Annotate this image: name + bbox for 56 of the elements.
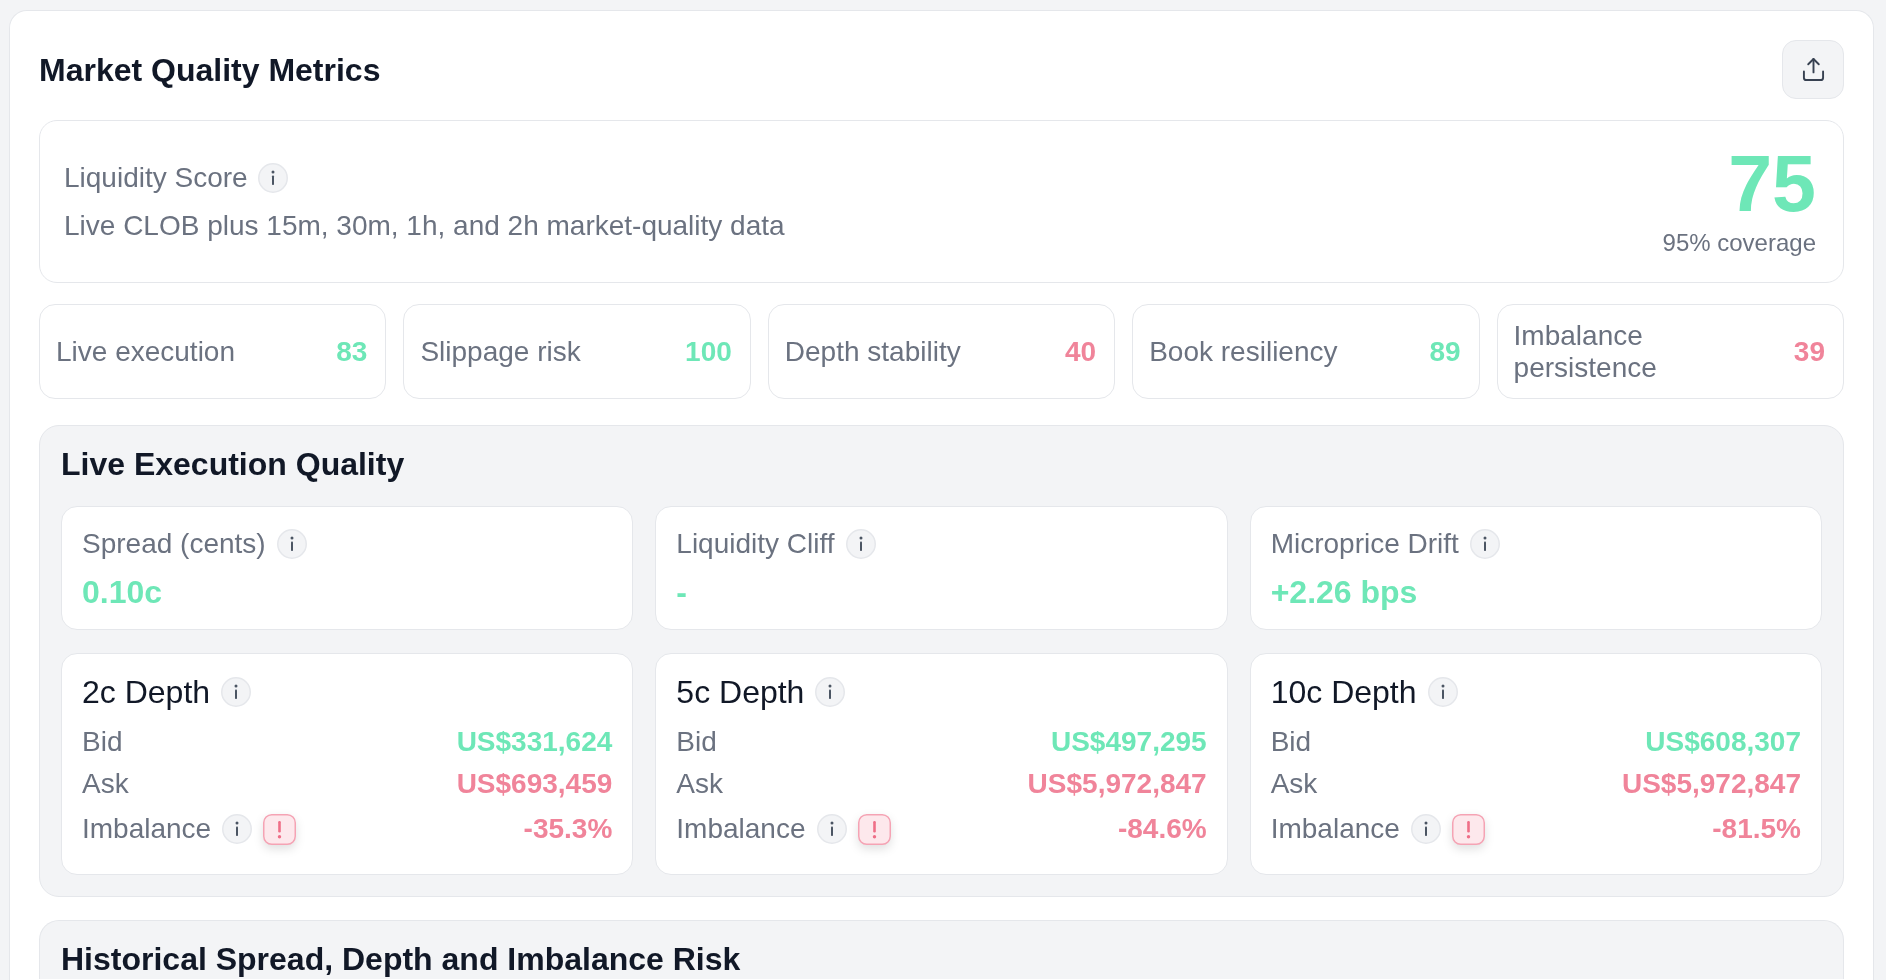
row-value: US$331,624 bbox=[456, 726, 613, 758]
row-label: Imbalance bbox=[82, 813, 212, 845]
metric-label: Depth stability bbox=[784, 335, 961, 368]
section-title: Historical Spread, Depth and Imbalance Risk bbox=[61, 940, 742, 979]
stat-label: Spread (cents) bbox=[82, 528, 266, 560]
row-value: -35.3% bbox=[523, 813, 613, 845]
info-icon[interactable] bbox=[221, 677, 252, 707]
metric-label: Book resiliency bbox=[1149, 335, 1338, 368]
row-label: Bid bbox=[676, 726, 717, 758]
info-icon[interactable] bbox=[1469, 529, 1500, 559]
stat-value: 0.10c bbox=[82, 573, 163, 612]
row-value: -81.5% bbox=[1712, 813, 1801, 845]
depth-title: 2c Depth bbox=[82, 673, 211, 712]
row-label: Ask bbox=[1270, 768, 1318, 800]
metric-value: 100 bbox=[685, 335, 732, 368]
row-label: Ask bbox=[676, 768, 723, 800]
info-icon[interactable] bbox=[257, 162, 288, 193]
row-label: Imbalance bbox=[676, 813, 806, 845]
info-icon[interactable] bbox=[816, 814, 847, 844]
row-value: US$608,307 bbox=[1645, 726, 1801, 758]
stat-label: Liquidity Cliff bbox=[676, 528, 835, 560]
depth-title: 5c Depth bbox=[676, 673, 805, 712]
metric-label: Slippage risk bbox=[420, 335, 581, 368]
metric-value: 39 bbox=[1793, 335, 1825, 368]
info-icon[interactable] bbox=[1427, 677, 1458, 707]
row-value: US$497,295 bbox=[1050, 726, 1207, 758]
info-icon[interactable] bbox=[815, 677, 846, 707]
row-label: Ask bbox=[82, 768, 129, 800]
info-icon[interactable] bbox=[845, 529, 876, 559]
stat-value: - bbox=[676, 573, 687, 612]
metric-label: Imbalance persistence bbox=[1513, 319, 1658, 384]
info-icon[interactable] bbox=[1410, 814, 1441, 844]
stat-value: +2.26 bps bbox=[1270, 573, 1418, 612]
row-value: US$693,459 bbox=[456, 768, 613, 800]
info-icon[interactable] bbox=[276, 529, 307, 559]
row-value: US$5,972,847 bbox=[1621, 768, 1801, 800]
metric-value: 89 bbox=[1429, 335, 1461, 368]
metric-label: Live execution bbox=[56, 335, 235, 368]
row-label: Bid bbox=[82, 726, 123, 758]
score-description: Live CLOB plus 15m, 30m, 1h, and 2h market-quality data bbox=[64, 209, 785, 242]
metric-value: 40 bbox=[1065, 335, 1097, 368]
panel-title: Market Quality Metrics bbox=[39, 50, 381, 90]
section-title: Live Execution Quality bbox=[61, 445, 406, 484]
score-label: Liquidity Score bbox=[64, 161, 248, 194]
metric-value: 83 bbox=[336, 335, 368, 368]
coverage-text: 95% coverage bbox=[1662, 228, 1816, 258]
row-label: Imbalance bbox=[1270, 813, 1400, 845]
export-button[interactable] bbox=[1782, 40, 1844, 99]
row-value: -84.6% bbox=[1117, 813, 1207, 845]
upload-icon bbox=[1801, 57, 1825, 82]
info-icon[interactable] bbox=[222, 814, 253, 844]
score-value: 75 bbox=[1728, 145, 1816, 223]
row-label: Bid bbox=[1270, 726, 1312, 758]
stat-label: Microprice Drift bbox=[1270, 528, 1459, 560]
row-value: US$5,972,847 bbox=[1027, 768, 1207, 800]
depth-title: 10c Depth bbox=[1270, 673, 1417, 712]
